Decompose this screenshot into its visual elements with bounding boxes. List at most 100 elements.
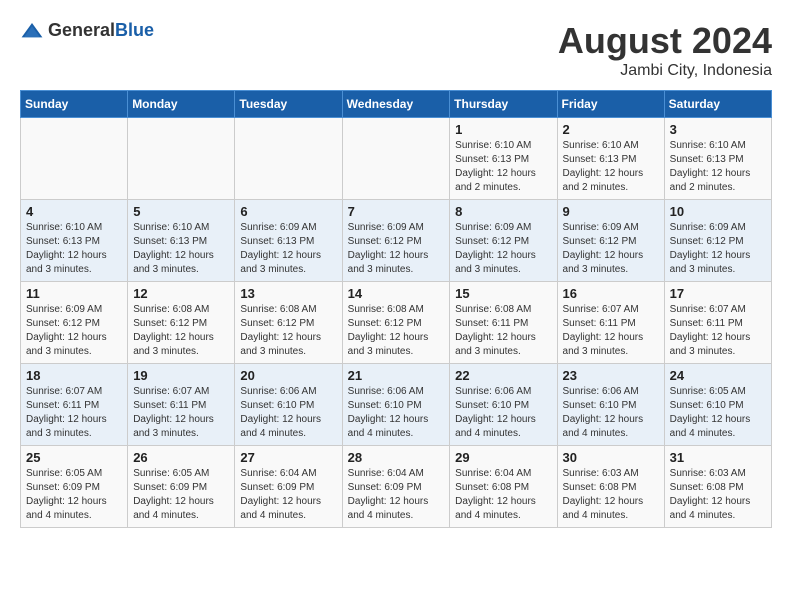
day-number: 27 xyxy=(240,450,336,465)
day-number: 21 xyxy=(348,368,445,383)
day-info: Sunrise: 6:10 AM Sunset: 6:13 PM Dayligh… xyxy=(455,139,551,195)
logo-icon xyxy=(20,21,44,41)
day-info: Sunrise: 6:10 AM Sunset: 6:13 PM Dayligh… xyxy=(133,221,229,277)
calendar-day-cell: 16 Sunrise: 6:07 AM Sunset: 6:11 PM Dayli… xyxy=(557,282,664,364)
calendar-day-cell: 22Sunrise: 6:06 AM Sunset: 6:10 PM Dayli… xyxy=(450,364,557,446)
day-info: Sunrise: 6:08 AM Sunset: 6:11 PM Dayligh… xyxy=(455,303,551,359)
day-info: Sunrise: 6:10 AM Sunset: 6:13 PM Dayligh… xyxy=(670,139,766,195)
calendar-week-row: 11Sunrise: 6:09 AM Sunset: 6:12 PM Dayli… xyxy=(21,282,772,364)
day-number: 31 xyxy=(670,450,766,465)
day-number: 25 xyxy=(26,450,122,465)
day-info: Sunrise: 6:05 AM Sunset: 6:09 PM Dayligh… xyxy=(133,467,229,523)
calendar-day-cell: 19 Sunrise: 6:07 AM Sunset: 6:11 PM Dayli… xyxy=(128,364,235,446)
day-info: Sunrise: 6:05 AM Sunset: 6:09 PM Dayligh… xyxy=(26,467,122,523)
day-number: 24 xyxy=(670,368,766,383)
day-info: Sunrise: 6:07 AM Sunset: 6:11 PM Dayligh… xyxy=(670,303,766,359)
day-info: Sunrise: 6:08 AM Sunset: 6:12 PM Dayligh… xyxy=(348,303,445,359)
day-number: 22 xyxy=(455,368,551,383)
day-info: Sunrise: 6:10 AM Sunset: 6:13 PM Dayligh… xyxy=(563,139,659,195)
logo-general: General xyxy=(48,20,115,40)
calendar-day-cell: 8 Sunrise: 6:09 AM Sunset: 6:12 PM Daylig… xyxy=(450,200,557,282)
day-info: Sunrise: 6:06 AM Sunset: 6:10 PM Dayligh… xyxy=(563,385,659,441)
day-number: 29 xyxy=(455,450,551,465)
day-number: 10 xyxy=(670,204,766,219)
calendar-day-cell: 17 Sunrise: 6:07 AM Sunset: 6:11 PM Dayli… xyxy=(664,282,771,364)
day-info: Sunrise: 6:06 AM Sunset: 6:10 PM Dayligh… xyxy=(240,385,336,441)
day-number: 13 xyxy=(240,286,336,301)
calendar-day-cell: 23 Sunrise: 6:06 AM Sunset: 6:10 PM Dayli… xyxy=(557,364,664,446)
day-info: Sunrise: 6:04 AM Sunset: 6:08 PM Dayligh… xyxy=(455,467,551,523)
day-info: Sunrise: 6:07 AM Sunset: 6:11 PM Dayligh… xyxy=(563,303,659,359)
calendar-week-row: 4 Sunrise: 6:10 AM Sunset: 6:13 PM Daylig… xyxy=(21,200,772,282)
day-number: 6 xyxy=(240,204,336,219)
calendar-week-row: 18 Sunrise: 6:07 AM Sunset: 6:11 PM Dayli… xyxy=(21,364,772,446)
day-number: 8 xyxy=(455,204,551,219)
day-info: Sunrise: 6:04 AM Sunset: 6:09 PM Dayligh… xyxy=(240,467,336,523)
day-info: Sunrise: 6:09 AM Sunset: 6:12 PM Dayligh… xyxy=(563,221,659,277)
day-number: 18 xyxy=(26,368,122,383)
weekday-header: Saturday xyxy=(664,91,771,118)
calendar-day-cell: 9 Sunrise: 6:09 AM Sunset: 6:12 PM Daylig… xyxy=(557,200,664,282)
day-number: 3 xyxy=(670,122,766,137)
day-info: Sunrise: 6:07 AM Sunset: 6:11 PM Dayligh… xyxy=(133,385,229,441)
calendar-week-row: 1 Sunrise: 6:10 AM Sunset: 6:13 PM Daylig… xyxy=(21,118,772,200)
calendar-day-cell: 1 Sunrise: 6:10 AM Sunset: 6:13 PM Daylig… xyxy=(450,118,557,200)
calendar-day-cell: 27 Sunrise: 6:04 AM Sunset: 6:09 PM Dayli… xyxy=(235,446,342,528)
day-info: Sunrise: 6:07 AM Sunset: 6:11 PM Dayligh… xyxy=(26,385,122,441)
header: GeneralBlue August 2024 Jambi City, Indo… xyxy=(20,20,772,80)
calendar-day-cell: 30 Sunrise: 6:03 AM Sunset: 6:08 PM Dayli… xyxy=(557,446,664,528)
title-area: August 2024 Jambi City, Indonesia xyxy=(558,20,772,80)
day-number: 7 xyxy=(348,204,445,219)
calendar-day-cell: 15 Sunrise: 6:08 AM Sunset: 6:11 PM Dayli… xyxy=(450,282,557,364)
day-info: Sunrise: 6:09 AM Sunset: 6:12 PM Dayligh… xyxy=(455,221,551,277)
day-number: 16 xyxy=(563,286,659,301)
day-info: Sunrise: 6:04 AM Sunset: 6:09 PM Dayligh… xyxy=(348,467,445,523)
weekday-header: Sunday xyxy=(21,91,128,118)
day-info: Sunrise: 6:09 AM Sunset: 6:13 PM Dayligh… xyxy=(240,221,336,277)
day-number: 28 xyxy=(348,450,445,465)
calendar-day-cell: 20Sunrise: 6:06 AM Sunset: 6:10 PM Dayli… xyxy=(235,364,342,446)
calendar-day-cell: 18 Sunrise: 6:07 AM Sunset: 6:11 PM Dayli… xyxy=(21,364,128,446)
calendar-day-cell: 25 Sunrise: 6:05 AM Sunset: 6:09 PM Dayli… xyxy=(21,446,128,528)
day-info: Sunrise: 6:03 AM Sunset: 6:08 PM Dayligh… xyxy=(670,467,766,523)
day-number: 19 xyxy=(133,368,229,383)
day-info: Sunrise: 6:08 AM Sunset: 6:12 PM Dayligh… xyxy=(240,303,336,359)
calendar-day-cell: 14 Sunrise: 6:08 AM Sunset: 6:12 PM Dayli… xyxy=(342,282,450,364)
calendar-day-cell xyxy=(21,118,128,200)
calendar-day-cell: 31 Sunrise: 6:03 AM Sunset: 6:08 PM Dayli… xyxy=(664,446,771,528)
calendar-day-cell: 6 Sunrise: 6:09 AM Sunset: 6:13 PM Daylig… xyxy=(235,200,342,282)
calendar-day-cell xyxy=(128,118,235,200)
calendar-day-cell: 13 Sunrise: 6:08 AM Sunset: 6:12 PM Dayli… xyxy=(235,282,342,364)
day-number: 23 xyxy=(563,368,659,383)
day-info: Sunrise: 6:05 AM Sunset: 6:10 PM Dayligh… xyxy=(670,385,766,441)
day-info: Sunrise: 6:03 AM Sunset: 6:08 PM Dayligh… xyxy=(563,467,659,523)
calendar-day-cell: 12Sunrise: 6:08 AM Sunset: 6:12 PM Dayli… xyxy=(128,282,235,364)
day-number: 17 xyxy=(670,286,766,301)
day-info: Sunrise: 6:06 AM Sunset: 6:10 PM Dayligh… xyxy=(348,385,445,441)
day-number: 4 xyxy=(26,204,122,219)
calendar-day-cell: 29 Sunrise: 6:04 AM Sunset: 6:08 PM Dayli… xyxy=(450,446,557,528)
weekday-header: Monday xyxy=(128,91,235,118)
day-number: 1 xyxy=(455,122,551,137)
calendar-day-cell: 7Sunrise: 6:09 AM Sunset: 6:12 PM Daylig… xyxy=(342,200,450,282)
day-info: Sunrise: 6:08 AM Sunset: 6:12 PM Dayligh… xyxy=(133,303,229,359)
page-title: August 2024 xyxy=(558,20,772,62)
weekday-header: Friday xyxy=(557,91,664,118)
calendar-day-cell: 10 Sunrise: 6:09 AM Sunset: 6:12 PM Dayli… xyxy=(664,200,771,282)
logo-blue: Blue xyxy=(115,20,154,40)
calendar-table: SundayMondayTuesdayWednesdayThursdayFrid… xyxy=(20,90,772,528)
day-number: 5 xyxy=(133,204,229,219)
calendar-day-cell: 21 Sunrise: 6:06 AM Sunset: 6:10 PM Dayli… xyxy=(342,364,450,446)
calendar-day-cell xyxy=(235,118,342,200)
day-number: 14 xyxy=(348,286,445,301)
day-info: Sunrise: 6:10 AM Sunset: 6:13 PM Dayligh… xyxy=(26,221,122,277)
day-number: 30 xyxy=(563,450,659,465)
day-number: 9 xyxy=(563,204,659,219)
calendar-week-row: 25 Sunrise: 6:05 AM Sunset: 6:09 PM Dayli… xyxy=(21,446,772,528)
calendar-day-cell: 28 Sunrise: 6:04 AM Sunset: 6:09 PM Dayli… xyxy=(342,446,450,528)
calendar-day-cell: 24 Sunrise: 6:05 AM Sunset: 6:10 PM Dayli… xyxy=(664,364,771,446)
day-info: Sunrise: 6:09 AM Sunset: 6:12 PM Dayligh… xyxy=(670,221,766,277)
day-number: 15 xyxy=(455,286,551,301)
day-number: 26 xyxy=(133,450,229,465)
weekday-header: Thursday xyxy=(450,91,557,118)
